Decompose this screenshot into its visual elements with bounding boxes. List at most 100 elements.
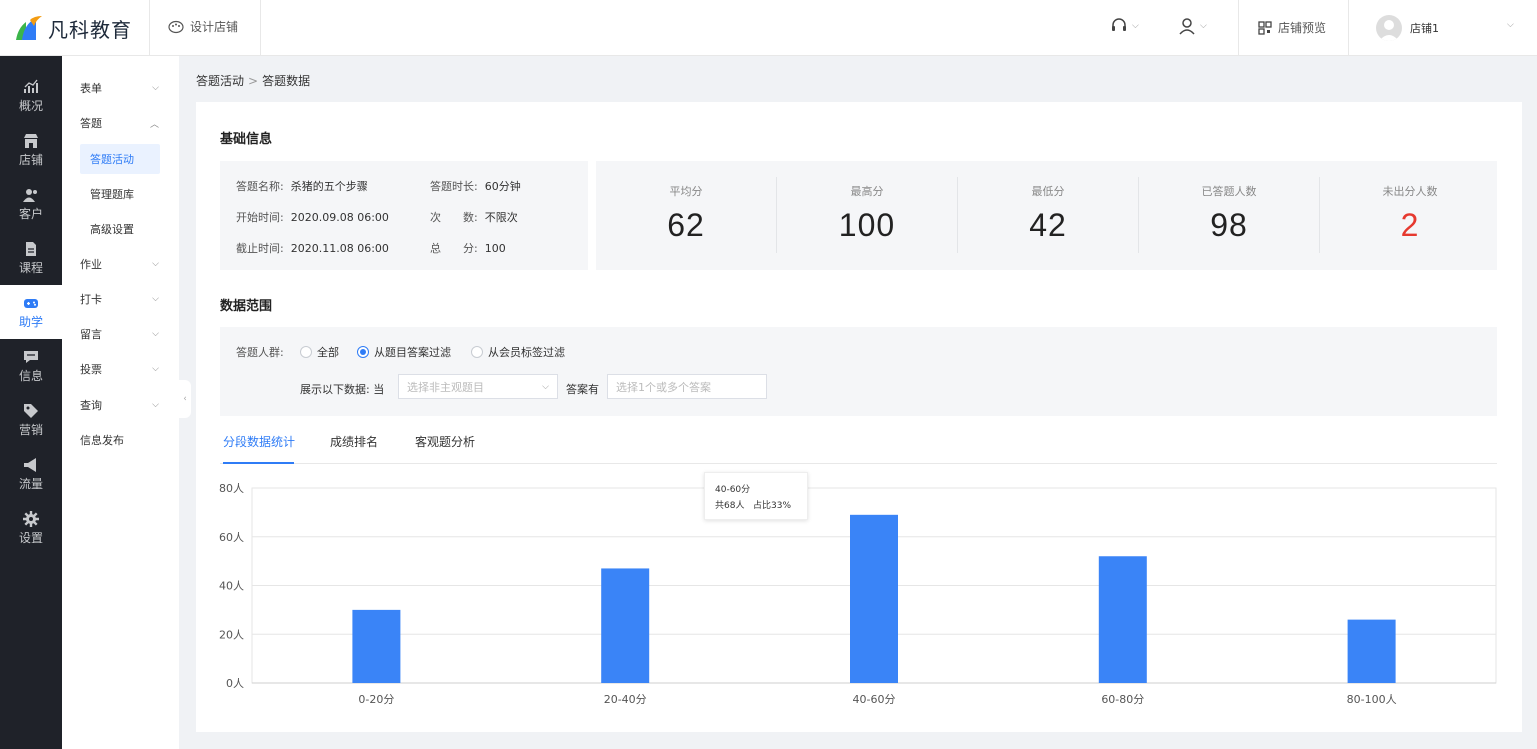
submenu-label: 投票: [80, 363, 102, 376]
radio-label: 全部: [317, 346, 339, 359]
x-tick-label: 60-80分: [1101, 693, 1144, 706]
primary-nav: 概况 店铺 客户 课程 助学 信息 营销 流量 设置: [0, 56, 62, 749]
submenu-label: 留言: [80, 328, 102, 341]
nav-settings[interactable]: 设置: [0, 501, 62, 555]
submenu-advanced[interactable]: 高级设置: [62, 214, 179, 244]
stats-box: 平均分 62 最高分 100 最低分 42 已答题人数 98 未出分人数 2: [596, 161, 1497, 270]
bar: [1347, 619, 1396, 683]
x-tick-label: 0-20分: [358, 693, 394, 706]
tooltip-ratio: 占比33%: [753, 501, 792, 511]
tab-segment-stats[interactable]: 分段数据统计: [223, 433, 295, 450]
nav-message[interactable]: 信息: [0, 339, 62, 393]
chevron-down-icon: ⌵: [152, 294, 159, 304]
palette-icon: [168, 20, 184, 33]
submenu-publish[interactable]: 信息发布: [62, 425, 179, 455]
breadcrumb-parent[interactable]: 答题活动: [196, 74, 244, 88]
tab-objective-analysis[interactable]: 客观题分析: [415, 433, 475, 450]
question-select[interactable]: 选择非主观题目 ⌵: [398, 374, 558, 399]
nav-traffic[interactable]: 流量: [0, 447, 62, 501]
nav-course[interactable]: 课程: [0, 231, 62, 285]
submenu-vote[interactable]: 投票 ⌵: [62, 354, 179, 384]
nav-study-aid[interactable]: 助学: [0, 285, 62, 339]
field-value: 不限次: [484, 211, 518, 224]
store-preview-button[interactable]: 店铺预览: [1258, 19, 1326, 36]
logo[interactable]: 凡科教育: [14, 12, 132, 44]
chart-tooltip: 40-60分 共68人 占比33%: [704, 472, 808, 520]
y-tick-label: 60人: [219, 531, 244, 544]
submenu-label: 信息发布: [80, 434, 124, 447]
submenu-quiz[interactable]: 答题 ︿: [62, 108, 179, 138]
submenu-quiz-activity[interactable]: 答题活动: [80, 144, 160, 174]
radio-checked-icon: [357, 346, 369, 358]
nav-marketing[interactable]: 营销: [0, 393, 62, 447]
logo-text: 凡科教育: [48, 17, 132, 42]
submenu-checkin[interactable]: 打卡 ⌵: [62, 284, 179, 314]
submenu-label: 答题: [80, 117, 102, 130]
nav-customer[interactable]: 客户: [0, 177, 62, 231]
answer-select[interactable]: 选择1个或多个答案: [607, 374, 767, 399]
y-tick-label: 20人: [219, 628, 244, 641]
chevron-down-icon: ⌵: [152, 329, 159, 339]
bar: [850, 514, 898, 683]
chevron-left-icon: ‹: [183, 394, 187, 404]
field-value: 100: [484, 242, 506, 255]
nav-label: 助学: [18, 314, 43, 329]
tab-ranking[interactable]: 成绩排名: [330, 433, 378, 450]
collapse-sidebar-button[interactable]: ‹: [179, 380, 191, 418]
radio-label: 从会员标签过滤: [488, 346, 565, 359]
avatar: [1376, 15, 1402, 41]
submenu-form[interactable]: 表单 ⌵: [62, 73, 179, 103]
account-menu[interactable]: ⌵: [1178, 17, 1207, 35]
support-menu[interactable]: ⌵: [1110, 17, 1139, 35]
radio-label: 从题目答案过滤: [374, 346, 451, 359]
chevron-down-icon: ⌵: [152, 83, 159, 93]
divider: [1238, 0, 1239, 56]
stat-label: 已答题人数: [1201, 185, 1257, 198]
submenu-label: 表单: [80, 82, 102, 95]
user-menu[interactable]: 店铺1: [1376, 15, 1439, 41]
x-tick-label: 80-100人: [1347, 693, 1397, 706]
chevron-down-icon: ⌵: [152, 364, 159, 374]
bar: [1098, 556, 1147, 683]
stat-label: 最高分: [850, 185, 884, 198]
x-tick-label: 20-40分: [604, 693, 647, 706]
submenu-manage-bank[interactable]: 管理题库: [62, 179, 179, 209]
x-tick-label: 40-60分: [853, 693, 896, 706]
nav-label: 概况: [18, 98, 43, 113]
field-label: 截止时间:: [236, 242, 284, 255]
divider: [149, 0, 150, 56]
bar: [352, 609, 401, 683]
stat-value: 62: [667, 207, 705, 243]
radio-all[interactable]: 全部: [300, 344, 339, 360]
chevron-down-icon[interactable]: ⌵: [1507, 20, 1514, 30]
stat-label: 平均分: [669, 185, 703, 198]
attempts-row: 次 数: 不限次: [430, 209, 518, 225]
stat-highest: 最高分 100: [777, 161, 957, 270]
main-card: 基础信息 答题名称: 杀猪的五个步骤 答题时长: 60分钟 开始时间: 2020…: [196, 102, 1522, 732]
message-icon: [24, 350, 38, 363]
basic-info-title: 基础信息: [220, 132, 273, 147]
field-value: 2020.09.08 06:00: [290, 211, 389, 224]
radio-icon: [471, 346, 483, 358]
avatar-icon: [1379, 20, 1399, 41]
divider: [260, 0, 261, 56]
user-name: 店铺1: [1410, 22, 1439, 35]
filter-box: 答题人群: 全部 从题目答案过滤 从会员标签过滤 展示以下数据: 当 选择非主观…: [220, 327, 1497, 416]
nav-label: 课程: [18, 260, 43, 275]
nav-label: 店铺: [18, 152, 43, 167]
submenu-homework[interactable]: 作业 ⌵: [62, 249, 179, 279]
breadcrumb-current: 答题数据: [262, 74, 311, 88]
y-tick-label: 80人: [219, 482, 244, 495]
nav-overview[interactable]: 概况: [0, 69, 62, 123]
radio-filter-by-answer[interactable]: 从题目答案过滤: [357, 344, 451, 360]
design-store-button[interactable]: 设计店铺: [168, 18, 238, 35]
top-bar: 凡科教育 设计店铺 ⌵ ⌵ 店铺预览 店铺1 ⌵: [0, 0, 1537, 56]
select-placeholder: 选择非主观题目: [407, 380, 484, 394]
chevron-down-icon: ⌵: [1200, 21, 1207, 31]
nav-store[interactable]: 店铺: [0, 123, 62, 177]
radio-filter-by-member-tag[interactable]: 从会员标签过滤: [471, 344, 565, 360]
field-label: 次 数:: [430, 211, 478, 224]
submenu-message[interactable]: 留言 ⌵: [62, 319, 179, 349]
nav-label: 流量: [18, 476, 43, 491]
submenu-query[interactable]: 查询 ⌵: [62, 390, 179, 420]
